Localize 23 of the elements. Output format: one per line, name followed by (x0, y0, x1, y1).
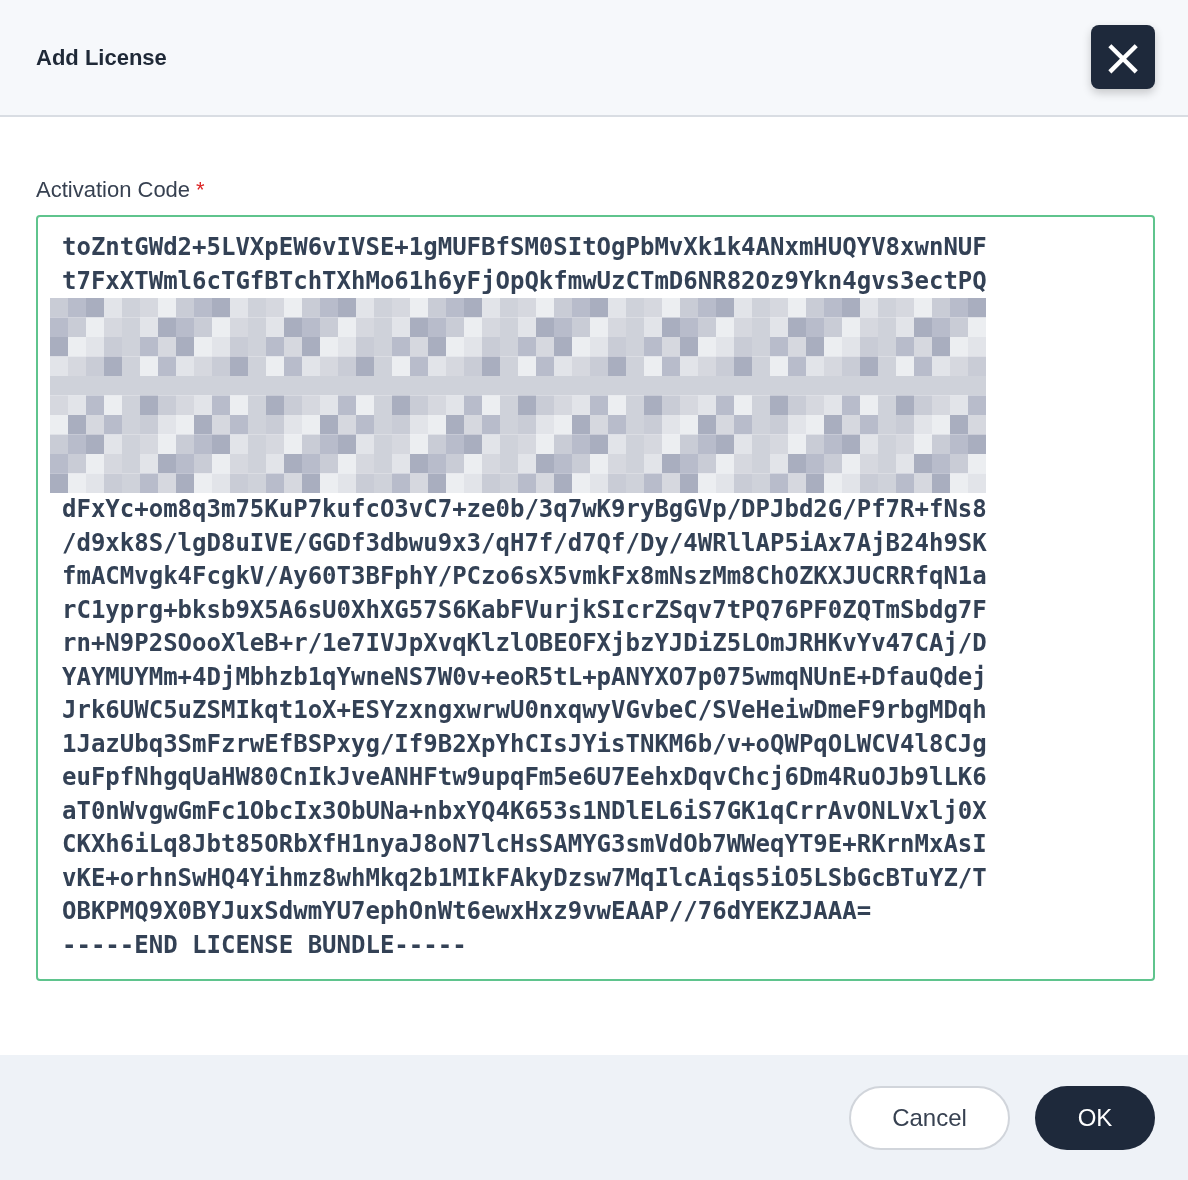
code-line: fmACMvgk4FcgkV/Ay60T3BFphY/PCzo6sX5vmkFx8mNszMm8ChOZKXJUCRRfqN1a (62, 561, 988, 592)
field-label: Activation Code (36, 177, 191, 203)
code-line: dFxYc+om8q3m75KuP7kufcO3vC7+ze0b/3q7wK9ryBgGVp/DPJbd2G/Pf7R+fNs8 (62, 494, 988, 525)
close-button[interactable]: × (1091, 24, 1155, 89)
code-line: -----END LICENSE BUNDLE----- (62, 929, 468, 961)
code-line: rC1yprg+bksb9X5A6sU0XhXG57S6KabFVurjkSIcrZSqv7tPQ76PF0ZQTmSbdg7F (62, 594, 988, 626)
code-line: Jrk6UWC5uZSMIkqt1oX+ESYzxngxwrwU0nxqwyVGvbeC/SVeHeiwDmeF9rbgMDqh (62, 695, 988, 726)
code-line: toZntGWd2+5LVXpEW6vIVSE+1gMUFBfSM0SItOgPbMvXk1k4ANxmHUQYV8xwnNUF (62, 232, 988, 263)
code-line: vKE+orhnSwHQ4Yihmz8whMkq2b1MIkFAkyDzsw7MqIlcAiqs5iO5LSbGcBTuYZ/T (62, 862, 988, 894)
activation-code-field[interactable] (36, 215, 1155, 981)
code-line: aT0nWvgwGmFc1ObcIx3ObUNa+nbxYQ4K653s1NDlEL6iS7GK1qCrrAvONLVxlj0X (62, 795, 988, 827)
code-line: CKXh6iLq8Jbt85ORbXfH1nyaJ8oN7lcHsSAMYG3smVdOb7WWeqYT9E+RKrnMxAsI (62, 829, 988, 860)
code-line: YAYMUYMm+4DjMbhzb1qYwneNS7W0v+eoR5tL+pANYXO7p075wmqNUnE+DfauQdej (62, 661, 988, 693)
required-mark: * (196, 177, 205, 203)
code-line: rn+N9P2SOooXleB+r/1e7IVJpXvqKlzlOBEOFXjbzYJDiZ5LOmJRHKvYv47CAj/D (62, 628, 988, 659)
dialog-title: Add License (36, 44, 167, 71)
code-line: 1JazUbq3SmFzrwEfBSPxyg/If9B2XpYhCIsJYisTNKM6b/v+oQWPqOLWCV4l8CJg (62, 728, 988, 760)
code-line: /d9xk8S/lgD8uIVE/GGDf3dbwu9x3/qH7f/d7Qf/Dy/4WRllAP5iAx7AjB24h9SK (62, 527, 988, 559)
code-line: OBKPMQ9X0BYJuxSdwmYU7ephOnWt6ewxHxz9vwEAAP//76dYEKZJAAA= (62, 896, 873, 927)
cancel-button[interactable]: Cancel (849, 1085, 1010, 1150)
ok-button[interactable]: OK (1035, 1085, 1155, 1150)
code-line: t7FxXTWml6cTGfBTchTXhMo61h6yFjOpQkfmwUzCTmD6NR82Oz9Ykn4gvs3ectPQ (62, 265, 988, 297)
code-line: euFpfNhgqUaHW80CnIkJveANHFtw9upqFm5e6U7EehxDqvChcj6Dm4RuOJb9lLK6 (62, 762, 988, 793)
